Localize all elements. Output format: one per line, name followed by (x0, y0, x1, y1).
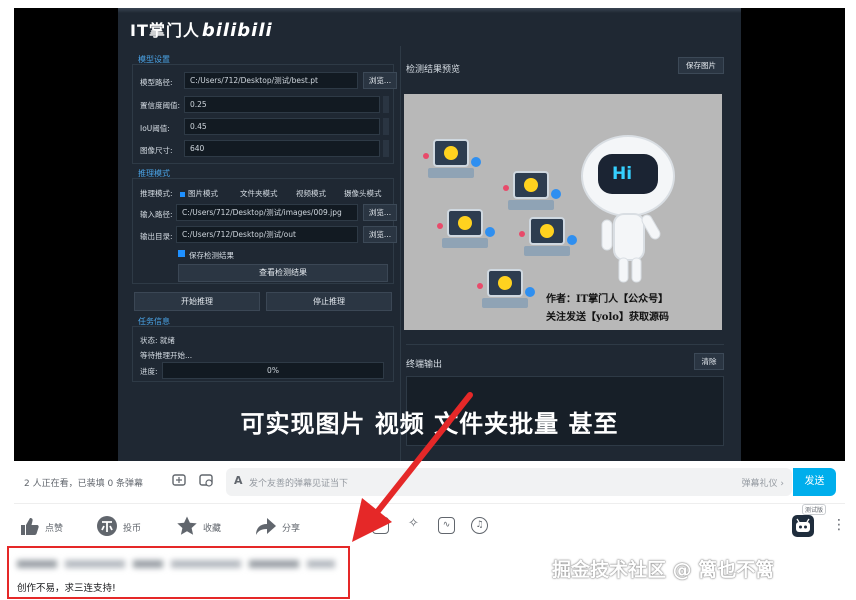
conf-field[interactable]: 0.25 (184, 96, 380, 113)
note-edit-icon[interactable]: ✎ (372, 517, 389, 534)
headset-icon[interactable]: ♫ (471, 517, 488, 534)
imgsize-spinner[interactable] (383, 140, 389, 157)
viewer-count: 2 人正在看，已装填 0 条弹幕 (24, 479, 144, 489)
model-path-label: 模型路径: (140, 78, 173, 87)
danmaku-etiquette-link[interactable]: 弹幕礼仪 › (742, 476, 784, 489)
progress-label: 进度: (140, 367, 158, 376)
mode-image-radio[interactable]: 图片模式 (180, 188, 218, 199)
input-browse-button[interactable]: 浏览... (363, 204, 397, 221)
ai-assistant-icon[interactable] (792, 515, 814, 537)
conf-label: 置信度阈值: (140, 101, 181, 110)
mode-camera-label: 摄像头模式 (344, 189, 382, 198)
terminal-title: 终端输出 (406, 360, 443, 370)
robot-hi-text: Hi (612, 164, 633, 184)
imgsize-field[interactable]: 640 (184, 140, 380, 157)
pin-icon[interactable]: ✧ (405, 517, 422, 534)
detection-preview: Hi 作者：IT掌门人【公众号】 关注发送【yolo】获取源码 (404, 94, 722, 330)
waiting-text: 等待推理开始... (140, 351, 193, 360)
robot-mascot (581, 135, 675, 283)
save-results-checkbox[interactable] (178, 250, 185, 257)
danmaku-toggle-icon[interactable] (170, 472, 188, 490)
video-subtitle: 可实现图片 视频 文件夹批量 甚至 (240, 410, 619, 438)
app-top-fade (118, 8, 741, 13)
video-action-bar: 点赞 投币 收藏 分享 ✎ ✧ ∿ ♫ ⋮ (0, 505, 856, 547)
mode-image-label: 图片模式 (188, 189, 218, 198)
danmaku-input[interactable]: A 发个友善的弹幕见证当下 弹幕礼仪 › (226, 468, 792, 496)
danmaku-bar: 2 人正在看，已装填 0 条弹幕 A 发个友善的弹幕见证当下 弹幕礼仪 › 发送 (14, 461, 845, 504)
model-path-field[interactable]: C:/Users/712/Desktop/测试/best.pt (184, 72, 358, 89)
danmaku-settings-icon[interactable] (197, 472, 215, 490)
mode-folder-radio[interactable]: 文件夹模式 (240, 188, 278, 199)
chart-icon[interactable]: ∿ (438, 517, 455, 534)
output-dir-label: 输出目录: (140, 232, 173, 241)
input-path-field[interactable]: C:/Users/712/Desktop/测试/images/009.jpg (176, 204, 358, 221)
video-player[interactable]: IT掌门人 bilibili 模型设置 模型路径: C:/Users/712/De… (14, 8, 845, 461)
robot-computer-icons (423, 139, 577, 308)
screenshot-frame: IT掌门人 bilibili 模型设置 模型路径: C:/Users/712/De… (0, 0, 856, 600)
mode-video-radio[interactable]: 视频模式 (296, 188, 326, 199)
danmaku-placeholder: 发个友善的弹幕见证当下 (249, 479, 349, 489)
like-label: 点赞 (45, 524, 64, 534)
star-icon (177, 516, 197, 535)
panel-divider[interactable] (400, 46, 401, 461)
save-image-button[interactable]: 保存图片 (678, 57, 724, 74)
favorite-label: 收藏 (203, 524, 222, 534)
app-title: IT掌门人 bilibili (130, 17, 273, 41)
coin-icon (97, 516, 117, 536)
save-results-label: 保存检测结果 (189, 251, 234, 260)
preview-author-line: 作者：IT掌门人【公众号】 (546, 294, 669, 305)
input-path-label: 输入路径: (140, 210, 173, 219)
clear-button[interactable]: 清除 (694, 353, 724, 370)
model-browse-button[interactable]: 浏览... (363, 72, 397, 89)
beta-badge: 测试版 (802, 504, 827, 515)
app-title-text: IT掌门人 (130, 21, 200, 40)
send-danmaku-button[interactable]: 发送 (793, 468, 836, 496)
share-arrow-icon (256, 518, 276, 535)
bilibili-logo: bilibili (201, 20, 273, 41)
text-style-icon[interactable]: A (234, 474, 243, 487)
mode-camera-radio[interactable]: 摄像头模式 (344, 188, 382, 199)
comment-text: 创作不易，求三连支持! (17, 583, 116, 594)
blurred-username (17, 560, 335, 568)
infer-mode-label: 推理模式: (140, 189, 173, 198)
highlighted-comment: 创作不易，求三连支持! (7, 546, 350, 599)
progress-bar: 0% (162, 362, 384, 379)
preview-source-line: 关注发送【yolo】获取源码 (546, 312, 669, 323)
status-text: 状态: 就绪 (140, 336, 175, 345)
share-label: 分享 (282, 524, 301, 534)
coin-label: 投币 (123, 524, 142, 534)
mode-video-label: 视频模式 (296, 189, 326, 198)
output-dir-field[interactable]: C:/Users/712/Desktop/测试/out (176, 226, 358, 243)
iou-field[interactable]: 0.45 (184, 118, 380, 135)
iou-spinner[interactable] (383, 118, 389, 135)
more-options-icon[interactable]: ⋮ (832, 517, 846, 533)
preview-title: 检测结果预览 (406, 65, 461, 75)
mode-folder-label: 文件夹模式 (240, 189, 278, 198)
iou-label: IoU阈值: (140, 124, 170, 133)
watermark: 掘金技术社区 @ 篱也不篱 (552, 559, 775, 581)
thumbs-up-icon (21, 518, 39, 535)
view-results-button[interactable]: 查看检测结果 (178, 264, 388, 282)
start-inference-button[interactable]: 开始推理 (134, 292, 260, 311)
detection-app-window: IT掌门人 bilibili 模型设置 模型路径: C:/Users/712/De… (118, 8, 741, 461)
terminal-divider (406, 344, 724, 345)
conf-spinner[interactable] (383, 96, 389, 113)
stop-inference-button[interactable]: 停止推理 (266, 292, 392, 311)
output-browse-button[interactable]: 浏览... (363, 226, 397, 243)
radio-selected-icon (180, 191, 185, 197)
imgsize-label: 图像尺寸: (140, 146, 173, 155)
